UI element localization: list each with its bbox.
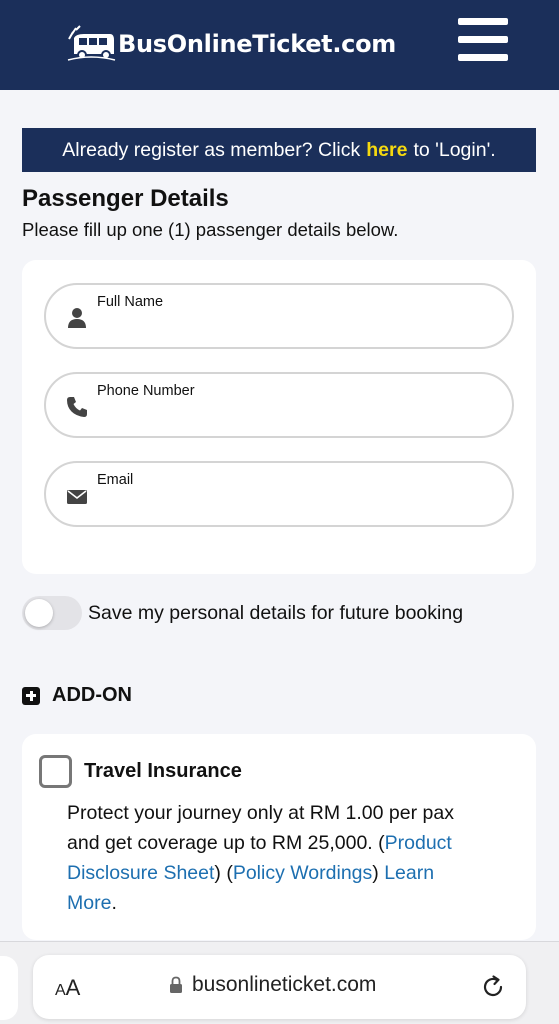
passenger-form-card: Full Name Phone Number Email <box>22 260 536 574</box>
url-display[interactable]: busonlineticket.com <box>169 973 376 997</box>
envelope-icon <box>67 490 87 504</box>
passenger-details-title: Passenger Details <box>22 185 229 212</box>
travel-insurance-checkbox[interactable] <box>39 755 72 788</box>
email-label: Email <box>97 472 134 488</box>
hamburger-menu-icon[interactable] <box>458 18 508 62</box>
phone-number-input[interactable] <box>97 404 487 430</box>
logo-text: BusOnlineTicket.com <box>118 30 396 58</box>
reload-icon[interactable] <box>480 974 506 1000</box>
addon-header: ADD-ON <box>22 684 132 707</box>
travel-insurance-card: Travel Insurance Protect your journey on… <box>22 734 536 940</box>
login-banner-prefix: Already register as member? Click <box>62 138 361 161</box>
travel-insurance-title: Travel Insurance <box>84 760 242 782</box>
save-details-toggle[interactable] <box>22 596 82 630</box>
email-field[interactable]: Email <box>44 461 514 527</box>
login-banner: Already register as member? Click here t… <box>22 128 536 172</box>
phone-number-field[interactable]: Phone Number <box>44 372 514 438</box>
full-name-field[interactable]: Full Name <box>44 283 514 349</box>
site-logo[interactable]: BusOnlineTicket.com <box>66 22 396 66</box>
full-name-input[interactable] <box>97 315 487 341</box>
travel-insurance-description: Protect your journey only at RM 1.00 per… <box>67 802 454 914</box>
browser-toolbar: AA busonlineticket.com <box>0 941 559 1024</box>
save-details-row: Save my personal details for future book… <box>22 596 463 630</box>
plus-square-icon <box>22 686 40 705</box>
email-input[interactable] <box>97 493 487 519</box>
passenger-details-subtitle: Please fill up one (1) passenger details… <box>22 219 399 240</box>
policy-wordings-link[interactable]: Policy Wordings <box>233 862 372 884</box>
person-icon <box>68 308 86 328</box>
login-here-link[interactable]: here <box>366 139 407 162</box>
text-size-button[interactable]: AA <box>55 975 80 1001</box>
address-bar[interactable]: AA busonlineticket.com <box>33 955 526 1019</box>
previous-tab-edge[interactable] <box>0 956 18 1020</box>
phone-icon <box>67 397 87 417</box>
full-name-label: Full Name <box>97 294 164 310</box>
site-header: BusOnlineTicket.com <box>0 0 559 90</box>
phone-number-label: Phone Number <box>97 383 195 399</box>
bus-logo-icon <box>67 25 116 61</box>
addon-title: ADD-ON <box>52 684 132 706</box>
save-details-label: Save my personal details for future book… <box>88 601 464 624</box>
url-text: busonlineticket.com <box>192 973 377 996</box>
login-banner-suffix: to 'Login'. <box>413 138 496 161</box>
lock-icon <box>170 976 182 993</box>
toggle-knob <box>25 599 53 627</box>
